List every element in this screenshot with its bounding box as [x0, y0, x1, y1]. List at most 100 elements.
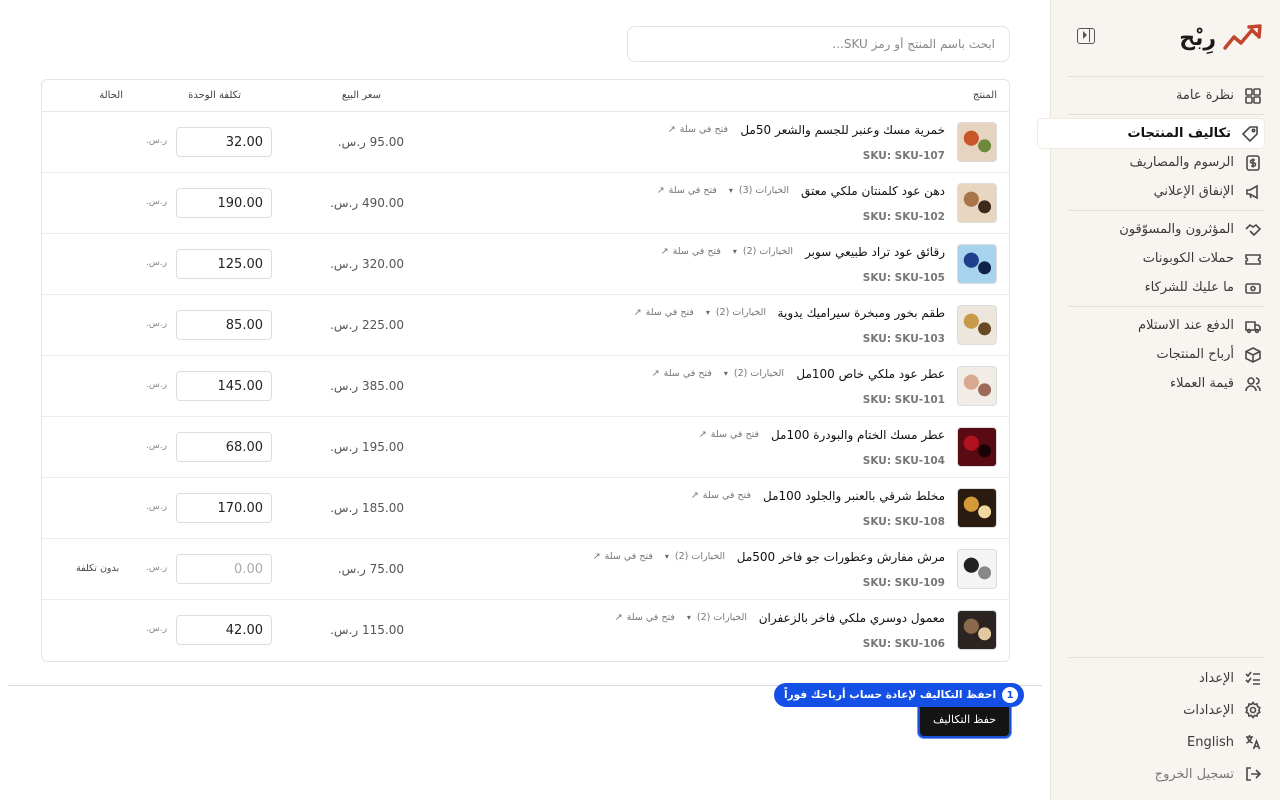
options-dropdown[interactable]: الخيارات (3) ▾: [723, 185, 789, 196]
open-in-cart-link[interactable]: فتح في سلة ↗: [657, 185, 717, 196]
gear-icon: [1244, 701, 1262, 719]
open-in-cart-link[interactable]: فتح في سلة ↗: [661, 246, 721, 257]
nav-separator: [1068, 114, 1264, 115]
brand[interactable]: رِبْح: [1179, 20, 1264, 56]
product-name: عطر عود ملكي خاص 100مل: [796, 367, 945, 381]
open-in-cart-link[interactable]: فتح في سلة ↗: [593, 551, 653, 562]
unit-cost-input[interactable]: 42.00: [176, 615, 272, 645]
product-meta: الخيارات (2) ▾ فتح في سلة ↗: [634, 307, 766, 318]
product-name: معمول دوسري ملكي فاخر بالزعفران: [758, 611, 945, 625]
product-thumbnail: [957, 427, 997, 467]
sidebar-item-checklist[interactable]: الإعداد: [1068, 662, 1264, 694]
table-row: دهن عود كلمنتان ملكي معتق SKU: SKU-102 الخ…: [42, 173, 1009, 234]
currency-label: ر.س.: [146, 502, 168, 512]
header-product: المنتج: [972, 90, 997, 101]
sidebar-item-tag[interactable]: تكاليف المنتجات: [1038, 119, 1264, 148]
open-in-cart-link[interactable]: فتح في سلة ↗: [668, 124, 728, 135]
sidebar-item-banknote[interactable]: ما عليك للشركاء: [1068, 273, 1264, 302]
sidebar-item-label: الإعداد: [1198, 670, 1234, 686]
unit-cost-input[interactable]: 0.00: [176, 554, 272, 584]
sidebar-item-label: حملات الكوبونات: [1142, 251, 1234, 266]
search-box[interactable]: [627, 26, 1010, 62]
product-thumbnail: [957, 549, 997, 589]
sidebar-item-label: الرسوم والمصاريف: [1129, 155, 1235, 170]
sidebar-item-box[interactable]: أرباح المنتجات: [1068, 340, 1264, 369]
open-in-cart-label: فتح في سلة: [604, 551, 653, 562]
open-in-cart-label: فتح في سلة: [626, 612, 675, 623]
unit-cost-input[interactable]: 190.00: [176, 188, 272, 218]
options-label: الخيارات (2): [674, 551, 725, 562]
open-in-cart-link[interactable]: فتح في سلة ↗: [634, 307, 694, 318]
product-name: رقائق عود تراد طبيعي سوبر: [805, 245, 945, 259]
sidebar-item-translate[interactable]: English: [1068, 726, 1264, 758]
open-in-cart-link[interactable]: فتح في سلة ↗: [699, 429, 759, 440]
save-tip-badge: 1 احفظ التكاليف لإعادة حساب أرباحك فوراً: [774, 683, 1025, 707]
unit-cost-input[interactable]: 32.00: [176, 127, 272, 157]
brand-name: رِبْح: [1179, 25, 1216, 51]
search-input[interactable]: [642, 37, 995, 51]
product-thumbnail: [957, 122, 997, 162]
options-dropdown[interactable]: الخيارات (2) ▾: [659, 551, 725, 562]
options-label: الخيارات (2): [733, 368, 784, 379]
unit-cost-input[interactable]: 170.00: [176, 493, 272, 523]
sidebar-item-label: الإعدادات: [1183, 702, 1234, 718]
unit-cost-input[interactable]: 125.00: [176, 249, 272, 279]
product-name: خمرية مسك وعنبر للجسم والشعر 50مل: [740, 123, 945, 137]
sale-price: 195.00 ر.س.: [330, 440, 404, 454]
sidebar-item-logout[interactable]: تسجيل الخروج: [1068, 758, 1264, 790]
sidebar-item-handshake[interactable]: المؤثرون والمسوّقون: [1068, 215, 1264, 244]
nav-separator: [1068, 76, 1264, 77]
product-meta: الخيارات (2) ▾ فتح في سلة ↗: [652, 368, 784, 379]
external-link-icon: ↗: [660, 246, 669, 257]
product-name: مخلط شرقي بالعنبر والجلود 100مل: [763, 489, 945, 503]
chevron-down-icon: ▾: [723, 369, 728, 378]
product-thumbnail: [957, 305, 997, 345]
nav-separator: [1068, 306, 1264, 307]
product-costs-table: المنتج سعر البيع تكلفة الوحدة الحالة خمر…: [41, 79, 1010, 662]
sidebar-item-label: تسجيل الخروج: [1154, 766, 1234, 782]
logout-icon: [1244, 765, 1262, 783]
external-link-icon: ↗: [651, 368, 660, 379]
open-in-cart-label: فتح في سلة: [702, 490, 751, 501]
handshake-icon: [1244, 221, 1262, 239]
unit-cost-input[interactable]: 145.00: [176, 371, 272, 401]
sale-price: 75.00 ر.س.: [337, 562, 404, 576]
unit-cost-input[interactable]: 85.00: [176, 310, 272, 340]
main-content: المنتج سعر البيع تكلفة الوحدة الحالة خمر…: [0, 0, 1050, 800]
options-dropdown[interactable]: الخيارات (2) ▾: [718, 368, 784, 379]
product-name: عطر مسك الختام والبودرة 100مل: [770, 428, 945, 442]
product-meta: فتح في سلة ↗: [699, 429, 759, 440]
open-in-cart-link[interactable]: فتح في سلة ↗: [691, 490, 751, 501]
sidebar-collapse-icon[interactable]: [1077, 28, 1095, 44]
options-dropdown[interactable]: الخيارات (2) ▾: [700, 307, 766, 318]
options-dropdown[interactable]: الخيارات (2) ▾: [727, 246, 793, 257]
sidebar-item-megaphone[interactable]: الإنفاق الإعلاني: [1068, 177, 1264, 206]
open-in-cart-label: فتح في سلة: [668, 185, 717, 196]
checklist-icon: [1244, 669, 1262, 687]
open-in-cart-link[interactable]: فتح في سلة ↗: [615, 612, 675, 623]
external-link-icon: ↗: [656, 185, 665, 196]
product-sku: SKU: SKU-102: [862, 211, 945, 223]
sidebar-item-dollar[interactable]: الرسوم والمصاريف: [1068, 148, 1264, 177]
product-sku: SKU: SKU-101: [862, 394, 945, 406]
box-icon: [1244, 346, 1262, 364]
sidebar-item-label: الدفع عند الاستلام: [1138, 318, 1234, 333]
sidebar-item-users[interactable]: قيمة العملاء: [1068, 369, 1264, 398]
open-in-cart-link[interactable]: فتح في سلة ↗: [652, 368, 712, 379]
unit-cost-input[interactable]: 68.00: [176, 432, 272, 462]
sidebar-item-truck[interactable]: الدفع عند الاستلام: [1068, 311, 1264, 340]
product-meta: فتح في سلة ↗: [668, 124, 728, 135]
chevron-down-icon: ▾: [705, 308, 710, 317]
sidebar-item-ticket[interactable]: حملات الكوبونات: [1068, 244, 1264, 273]
sidebar-item-gear[interactable]: الإعدادات: [1068, 694, 1264, 726]
sidebar-item-label: تكاليف المنتجات: [1127, 126, 1232, 141]
options-dropdown[interactable]: الخيارات (2) ▾: [681, 612, 747, 623]
sidebar: رِبْح نظرة عامة تكاليف المنتجات الرسوم وال…: [1038, 0, 1280, 800]
ticket-icon: [1244, 250, 1262, 268]
dollar-icon: [1244, 154, 1262, 172]
product-thumbnail: [957, 366, 997, 406]
product-name: مرش مفارش وعطورات جو فاخر 500مل: [736, 550, 945, 564]
sale-price: 320.00 ر.س.: [330, 257, 404, 271]
sidebar-item-grid[interactable]: نظرة عامة: [1068, 81, 1264, 110]
currency-label: ر.س.: [146, 624, 168, 634]
